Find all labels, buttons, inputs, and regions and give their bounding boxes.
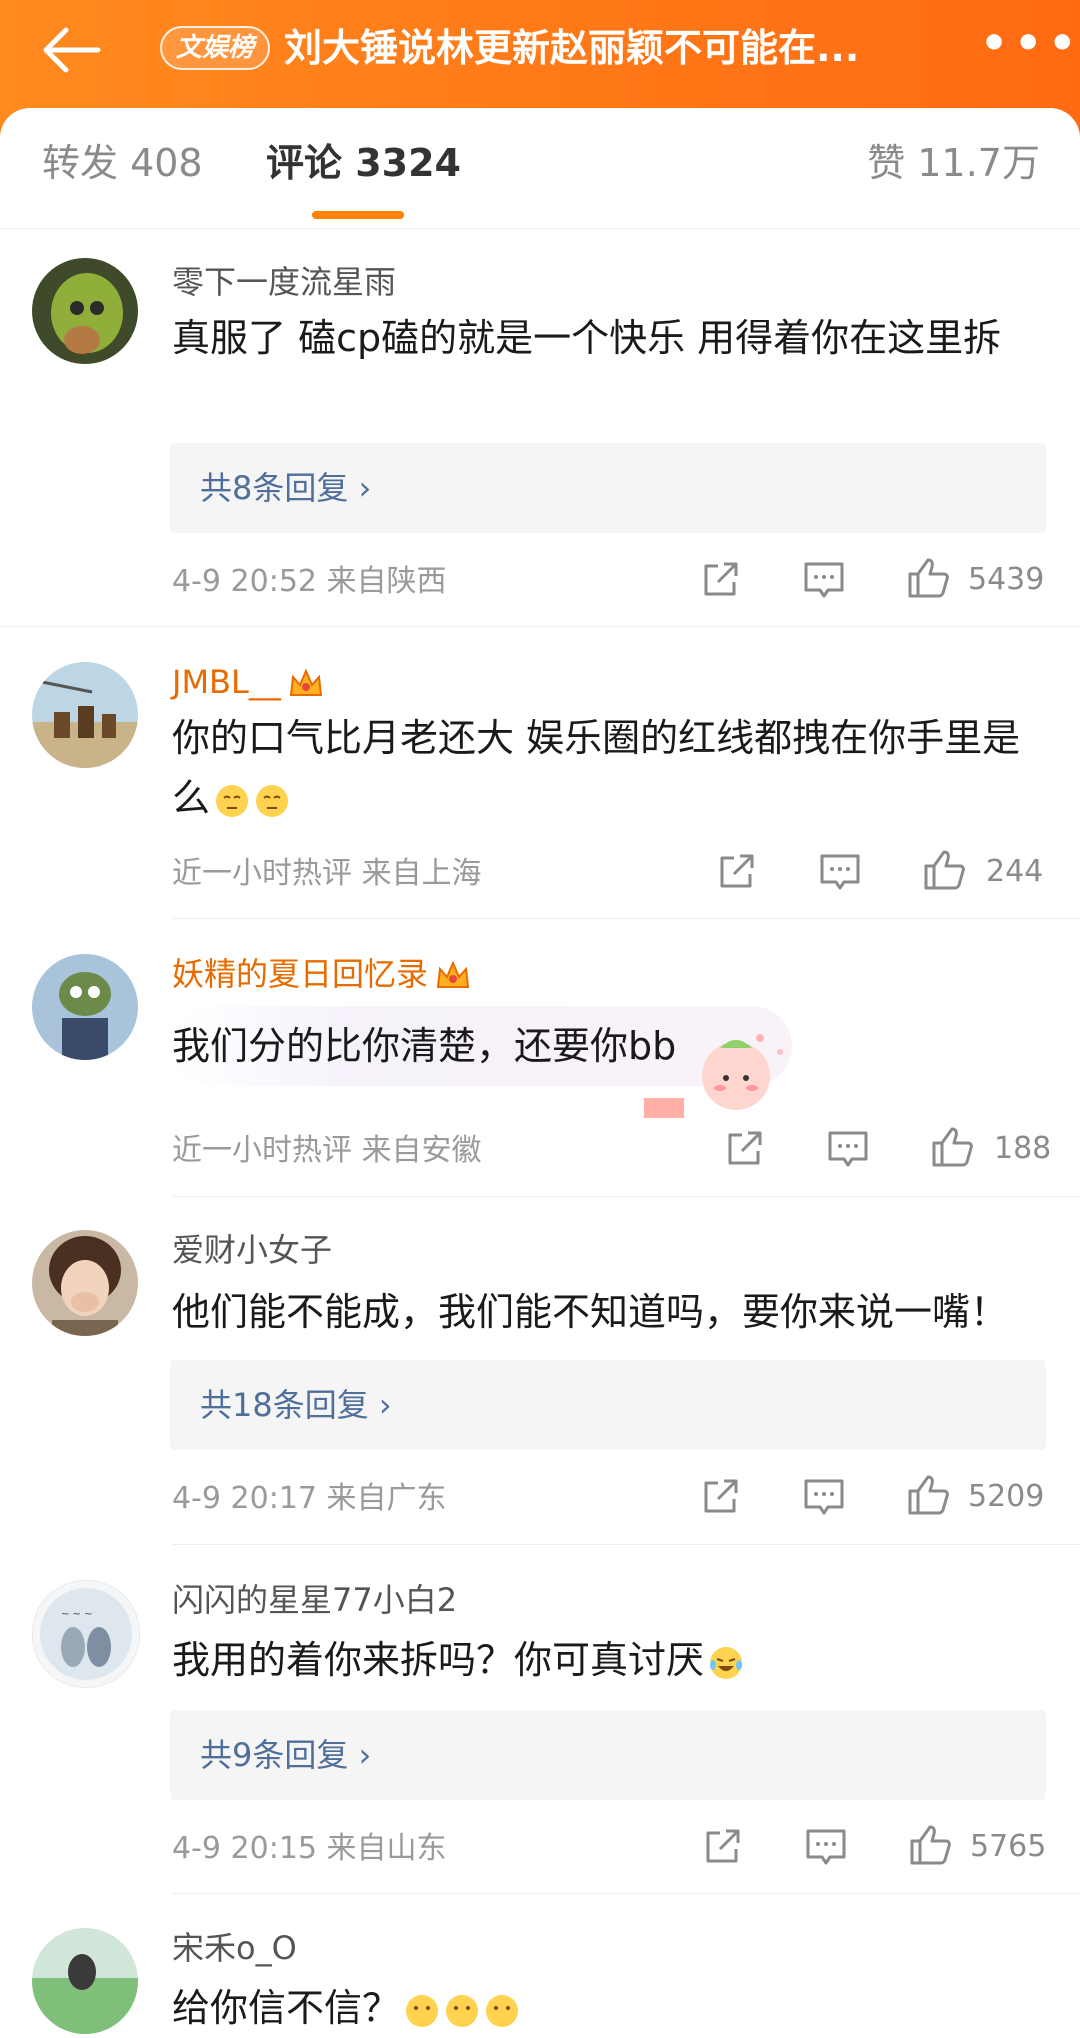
- comment-meta: 近一小时热评 来自安徽: [172, 1133, 482, 1168]
- more-menu-button[interactable]: •••: [980, 22, 1076, 74]
- active-tab-indicator: [312, 211, 404, 219]
- replies-link[interactable]: 共8条回复 ›: [170, 443, 1046, 533]
- tab-bar: 转发 408 评论 3324 赞 11.7万: [0, 108, 1080, 229]
- tab-comments[interactable]: 评论 3324: [266, 138, 461, 188]
- avatar[interactable]: [32, 1230, 138, 1336]
- crown-icon: [289, 668, 322, 696]
- thumbs-up-icon[interactable]: [922, 848, 966, 892]
- comment-icon[interactable]: [818, 850, 862, 894]
- avatar[interactable]: ~ ~ ~: [32, 1580, 140, 1688]
- chevron-right-icon: ›: [358, 1736, 372, 1774]
- avatar[interactable]: [32, 258, 138, 364]
- avatar[interactable]: [32, 954, 138, 1060]
- laughing-crying-emoji-icon: [710, 1646, 743, 1679]
- comment-text-content: 给你信不信？: [172, 1986, 401, 2030]
- peach-sticker-icon: [644, 1034, 783, 1118]
- comment-meta: 近一小时热评 来自上海: [172, 856, 482, 891]
- comment-text: 你的口气比月老还大 娱乐圈的红线都拽在你手里是么: [172, 708, 1052, 828]
- tab-likes[interactable]: 赞 11.7万: [867, 138, 1040, 188]
- thumbs-up-icon[interactable]: [908, 1823, 952, 1867]
- replies-count: 共9条回复: [200, 1736, 349, 1774]
- divider: [172, 1893, 1080, 1894]
- username-text: JMBL__: [172, 663, 281, 701]
- back-arrow-icon: [43, 27, 101, 73]
- smile-emoji-icon: [446, 1994, 479, 2027]
- username[interactable]: JMBL__: [172, 662, 325, 702]
- comment-text: 我们分的比你清楚，还要你bb: [172, 1024, 677, 1068]
- comment-icon[interactable]: [802, 1475, 846, 1519]
- back-button[interactable]: [36, 20, 106, 80]
- comment-icon[interactable]: [802, 558, 846, 602]
- divider: [172, 1544, 1080, 1545]
- comment-meta: 4-9 20:17 来自广东: [172, 1481, 447, 1516]
- share-icon[interactable]: [698, 558, 742, 602]
- comment-text-content: 我用的着你来拆吗？你可真讨厌: [172, 1638, 705, 1682]
- replies-link[interactable]: 共18条回复 ›: [170, 1360, 1046, 1450]
- thinking-emoji-icon: [256, 784, 289, 817]
- like-count: 5439: [968, 562, 1045, 597]
- username-text: 妖精的夏日回忆录: [172, 955, 429, 993]
- thumbs-up-icon[interactable]: [930, 1125, 974, 1169]
- comment-meta: 4-9 20:52 来自陕西: [172, 564, 447, 599]
- replies-count: 共18条回复: [200, 1386, 369, 1424]
- like-count: 5209: [968, 1479, 1045, 1514]
- like-count: 5765: [970, 1829, 1047, 1864]
- smile-emoji-icon: [406, 1994, 439, 2027]
- username[interactable]: 妖精的夏日回忆录: [172, 954, 472, 994]
- comment-icon[interactable]: [804, 1825, 848, 1869]
- like-count: 244: [986, 854, 1044, 889]
- replies-link[interactable]: 共9条回复 ›: [170, 1710, 1046, 1800]
- chevron-right-icon: ›: [378, 1386, 392, 1424]
- avatar[interactable]: [32, 1928, 138, 2034]
- username[interactable]: 爱财小女子: [172, 1230, 332, 1270]
- chevron-right-icon: ›: [358, 469, 372, 507]
- thumbs-up-icon[interactable]: [906, 1473, 950, 1517]
- comment-text: 给你信不信？: [172, 1978, 1052, 2038]
- comment-text-content: 你的口气比月老还大 娱乐圈的红线都拽在你手里是么: [172, 716, 1021, 820]
- share-icon[interactable]: [698, 1475, 742, 1519]
- comment-text: 他们能不能成，我们能不知道吗，要你来说一嘴！: [172, 1290, 1009, 1334]
- share-icon[interactable]: [722, 1127, 766, 1171]
- thumbs-up-icon[interactable]: [906, 556, 950, 600]
- comment-icon[interactable]: [826, 1127, 870, 1171]
- divider: [172, 918, 1080, 919]
- thinking-emoji-icon: [216, 784, 249, 817]
- username[interactable]: 零下一度流星雨: [172, 262, 396, 302]
- divider: [0, 626, 1080, 627]
- page-title: 刘大锤说林更新赵丽颖不可能在...: [284, 26, 860, 70]
- replies-count: 共8条回复: [200, 469, 349, 507]
- like-count: 188: [994, 1131, 1052, 1166]
- avatar[interactable]: [32, 662, 138, 768]
- comment-text: 我用的着你来拆吗？你可真讨厌: [172, 1630, 1052, 1690]
- username[interactable]: 宋禾o_O: [172, 1928, 297, 1968]
- comment-meta: 4-9 20:15 来自山东: [172, 1831, 447, 1866]
- crown-icon: [436, 960, 470, 988]
- comment-text: 真服了 磕cp磕的就是一个快乐 用得着你在这里拆: [172, 316, 1002, 360]
- svg-text:~ ~ ~: ~ ~ ~: [61, 1609, 93, 1620]
- username[interactable]: 闪闪的星星77小白2: [172, 1580, 457, 1620]
- share-icon[interactable]: [700, 1825, 744, 1869]
- ranking-badge[interactable]: 文娱榜: [160, 26, 271, 70]
- smile-emoji-icon: [486, 1994, 519, 2027]
- share-icon[interactable]: [714, 850, 758, 894]
- tab-reposts[interactable]: 转发 408: [42, 138, 203, 188]
- divider: [172, 1196, 1080, 1197]
